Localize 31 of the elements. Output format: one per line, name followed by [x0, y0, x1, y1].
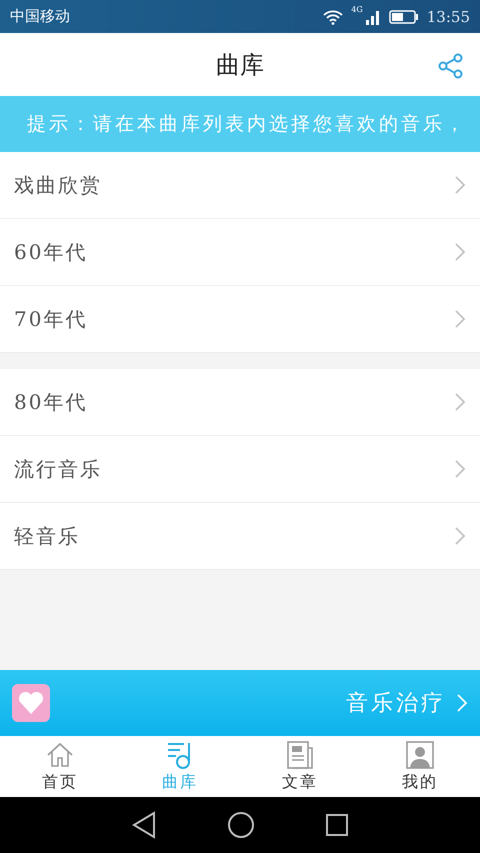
chevron-icon — [454, 459, 466, 479]
home-icon — [45, 740, 75, 770]
document-icon — [285, 740, 315, 770]
signal-icon — [364, 8, 381, 24]
category-item[interactable]: 戏曲欣赏 — [0, 152, 480, 219]
chevron-icon — [454, 175, 466, 195]
chevron-icon — [454, 526, 466, 546]
recents-icon[interactable] — [325, 813, 349, 837]
category-item[interactable]: 70年代 — [0, 286, 480, 353]
battery-icon — [388, 8, 419, 24]
clock-time: 13:55 — [426, 8, 470, 26]
network-type: 4G — [351, 5, 363, 14]
back-icon[interactable] — [131, 811, 157, 839]
category-item[interactable]: 60年代 — [0, 219, 480, 286]
chevron-icon — [456, 693, 468, 713]
home-button-icon[interactable] — [227, 811, 255, 839]
category-item[interactable]: 80年代 — [0, 369, 480, 436]
category-item[interactable]: 轻音乐 — [0, 503, 480, 570]
nav-tab[interactable]: 首页 — [0, 736, 120, 797]
chevron-icon — [454, 242, 466, 262]
carrier-name: 中国移动 — [10, 7, 71, 26]
notice-text: 提示：请在本曲库列表内选择您喜欢的音乐， — [27, 112, 467, 137]
nav-tab[interactable]: 文章 — [240, 736, 360, 797]
wifi-icon — [323, 8, 344, 24]
share-icon[interactable] — [438, 53, 464, 79]
chevron-icon — [454, 309, 466, 329]
nav-tab[interactable]: 我的 — [360, 736, 480, 797]
user-icon — [405, 740, 435, 770]
chevron-icon — [454, 392, 466, 412]
page-title: 曲库 — [216, 50, 264, 80]
category-item[interactable]: 流行音乐 — [0, 436, 480, 503]
